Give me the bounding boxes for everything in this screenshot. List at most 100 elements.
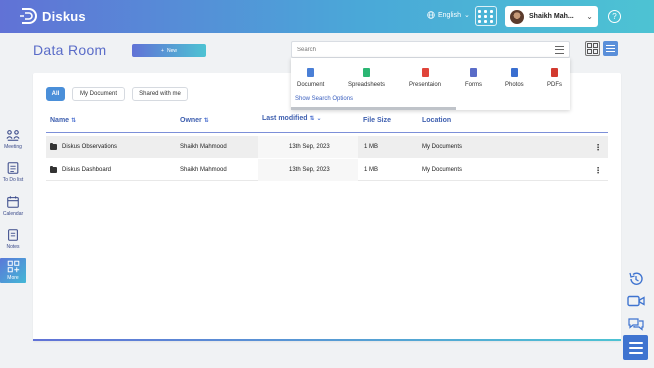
diskus-logo-icon bbox=[20, 8, 37, 24]
dropdown-scrollbar[interactable] bbox=[291, 107, 456, 110]
sidebar-label: Notes bbox=[6, 244, 20, 250]
history-button[interactable] bbox=[625, 268, 647, 290]
column-label: Name bbox=[50, 117, 70, 124]
tab-label: My Document bbox=[79, 91, 117, 97]
location-cell: My Documents bbox=[422, 144, 463, 150]
help-icon[interactable]: ? bbox=[608, 10, 621, 23]
name-cell[interactable]: Diskus Dashboard bbox=[50, 159, 111, 181]
folder-icon bbox=[50, 166, 57, 173]
history-clock-icon bbox=[629, 272, 643, 285]
sidebar-label: More bbox=[7, 275, 19, 281]
documents-card: All My Document Shared with me Name ⇅ Ow… bbox=[33, 73, 621, 341]
folder-icon bbox=[50, 143, 57, 150]
search-type-label: Spreadsheets bbox=[348, 82, 386, 88]
language-selector[interactable]: English ⌄ bbox=[427, 11, 470, 19]
plus-icon: + bbox=[161, 47, 164, 54]
sidebar-label: Meeting bbox=[4, 144, 22, 150]
table-row[interactable]: Diskus Dashboard Shaikh Mahmood 13th Sep… bbox=[46, 159, 608, 181]
spreadsheet-icon bbox=[363, 68, 371, 77]
chat-bubbles-icon bbox=[628, 318, 644, 331]
avatar bbox=[510, 9, 524, 24]
column-header-last-modified[interactable]: Last modified ⇅ ⌄ bbox=[262, 115, 322, 122]
search-type-label: Presentaion bbox=[409, 82, 442, 88]
chevron-down-icon: ⌄ bbox=[586, 12, 593, 21]
column-header-location: Location bbox=[422, 117, 451, 124]
top-header: Diskus English ⌄ Shaikh Mah... ⌄ ? bbox=[0, 0, 654, 33]
size-cell: 1 MB bbox=[364, 144, 379, 150]
hamburger-menu-button[interactable] bbox=[623, 335, 648, 360]
page-title: Data Room bbox=[33, 42, 107, 58]
apps-grid-button[interactable] bbox=[475, 6, 497, 26]
search-type-presentation[interactable]: Presentaion bbox=[409, 68, 441, 88]
language-label: English bbox=[438, 11, 461, 19]
chat-button[interactable] bbox=[625, 313, 647, 335]
user-name: Shaikh Mah... bbox=[529, 13, 574, 20]
search-type-spreadsheets[interactable]: Spreadsheets bbox=[348, 68, 385, 88]
filter-sliders-icon[interactable] bbox=[555, 45, 564, 54]
column-header-file-size: File Size bbox=[363, 117, 391, 124]
search-type-dropdown: Document Spreadsheets Presentaion Forms … bbox=[291, 58, 570, 110]
search-input[interactable] bbox=[297, 46, 555, 53]
column-header-owner[interactable]: Owner ⇅ bbox=[180, 117, 209, 124]
search-type-pdfs[interactable]: PDFs bbox=[547, 68, 562, 88]
sort-icon[interactable]: ⇅ bbox=[204, 117, 209, 124]
sidebar-item-todo[interactable]: To Do list bbox=[0, 161, 26, 183]
search-type-document[interactable]: Document bbox=[297, 68, 324, 88]
chevron-down-icon[interactable]: ⌄ bbox=[317, 115, 322, 122]
search-type-label: Document bbox=[297, 82, 325, 88]
presentation-icon bbox=[421, 68, 429, 77]
globe-icon bbox=[427, 11, 435, 19]
sidebar-label: To Do list bbox=[2, 177, 24, 183]
video-camera-icon bbox=[627, 295, 645, 307]
search-type-label: PDFs bbox=[547, 82, 562, 88]
pdf-icon bbox=[551, 68, 558, 77]
meeting-people-icon bbox=[6, 130, 20, 141]
sidebar-item-more[interactable]: More bbox=[0, 258, 26, 283]
video-call-button[interactable] bbox=[625, 290, 647, 312]
search-bar[interactable] bbox=[291, 41, 570, 58]
document-icon bbox=[307, 68, 315, 77]
user-profile-dropdown[interactable]: Shaikh Mah... ⌄ bbox=[505, 6, 598, 27]
search-type-label: Photos bbox=[505, 82, 524, 88]
column-label: Owner bbox=[180, 117, 202, 124]
sidebar-item-notes[interactable]: Notes bbox=[0, 228, 26, 250]
sidebar-item-calendar[interactable]: Calendar bbox=[0, 195, 26, 217]
column-header-name[interactable]: Name ⇅ bbox=[50, 117, 76, 124]
diskus-logo[interactable]: Diskus bbox=[20, 7, 86, 25]
folder-name: Diskus Dashboard bbox=[62, 167, 112, 173]
card-bottom-accent bbox=[33, 339, 621, 341]
column-label: Location bbox=[422, 117, 452, 124]
owner-cell: Shaikh Mahmood bbox=[180, 167, 227, 173]
search-type-photos[interactable]: Photos bbox=[505, 68, 524, 88]
photo-icon bbox=[510, 68, 518, 77]
name-cell[interactable]: Diskus Observations bbox=[50, 136, 117, 158]
new-button-label: New bbox=[166, 47, 177, 54]
table-row[interactable]: Diskus Observations Shaikh Mahmood 13th … bbox=[46, 136, 608, 158]
tab-shared-with-me[interactable]: Shared with me bbox=[132, 87, 188, 101]
calendar-icon bbox=[7, 196, 19, 208]
owner-cell: Shaikh Mahmood bbox=[180, 144, 227, 150]
sort-icon[interactable]: ⇅ bbox=[310, 115, 315, 122]
tab-my-document[interactable]: My Document bbox=[72, 87, 125, 101]
more-options-icon[interactable]: ⋮ bbox=[594, 136, 602, 158]
grid-view-button[interactable] bbox=[585, 41, 600, 56]
sidebar-label: Calendar bbox=[2, 211, 24, 217]
notes-icon bbox=[8, 229, 18, 241]
search-type-forms[interactable]: Forms bbox=[465, 68, 482, 88]
show-search-options-link[interactable]: Show Search Options bbox=[295, 96, 353, 102]
sort-icon[interactable]: ⇅ bbox=[71, 117, 76, 124]
tab-label: All bbox=[51, 91, 60, 97]
more-options-icon[interactable]: ⋮ bbox=[594, 159, 602, 181]
column-label: Last modified bbox=[262, 115, 308, 122]
modified-cell: 13th Sep, 2023 bbox=[289, 167, 330, 173]
list-view-button[interactable] bbox=[603, 41, 618, 56]
sidebar-item-meeting[interactable]: Meeting bbox=[0, 128, 26, 150]
help-label: ? bbox=[612, 12, 617, 21]
more-apps-icon bbox=[7, 260, 19, 273]
tab-all[interactable]: All bbox=[46, 87, 65, 101]
tab-label: Shared with me bbox=[139, 91, 181, 97]
todo-list-icon bbox=[7, 162, 19, 174]
search-type-label: Forms bbox=[465, 82, 482, 88]
new-button[interactable]: + New bbox=[132, 44, 206, 57]
forms-icon bbox=[470, 68, 477, 77]
